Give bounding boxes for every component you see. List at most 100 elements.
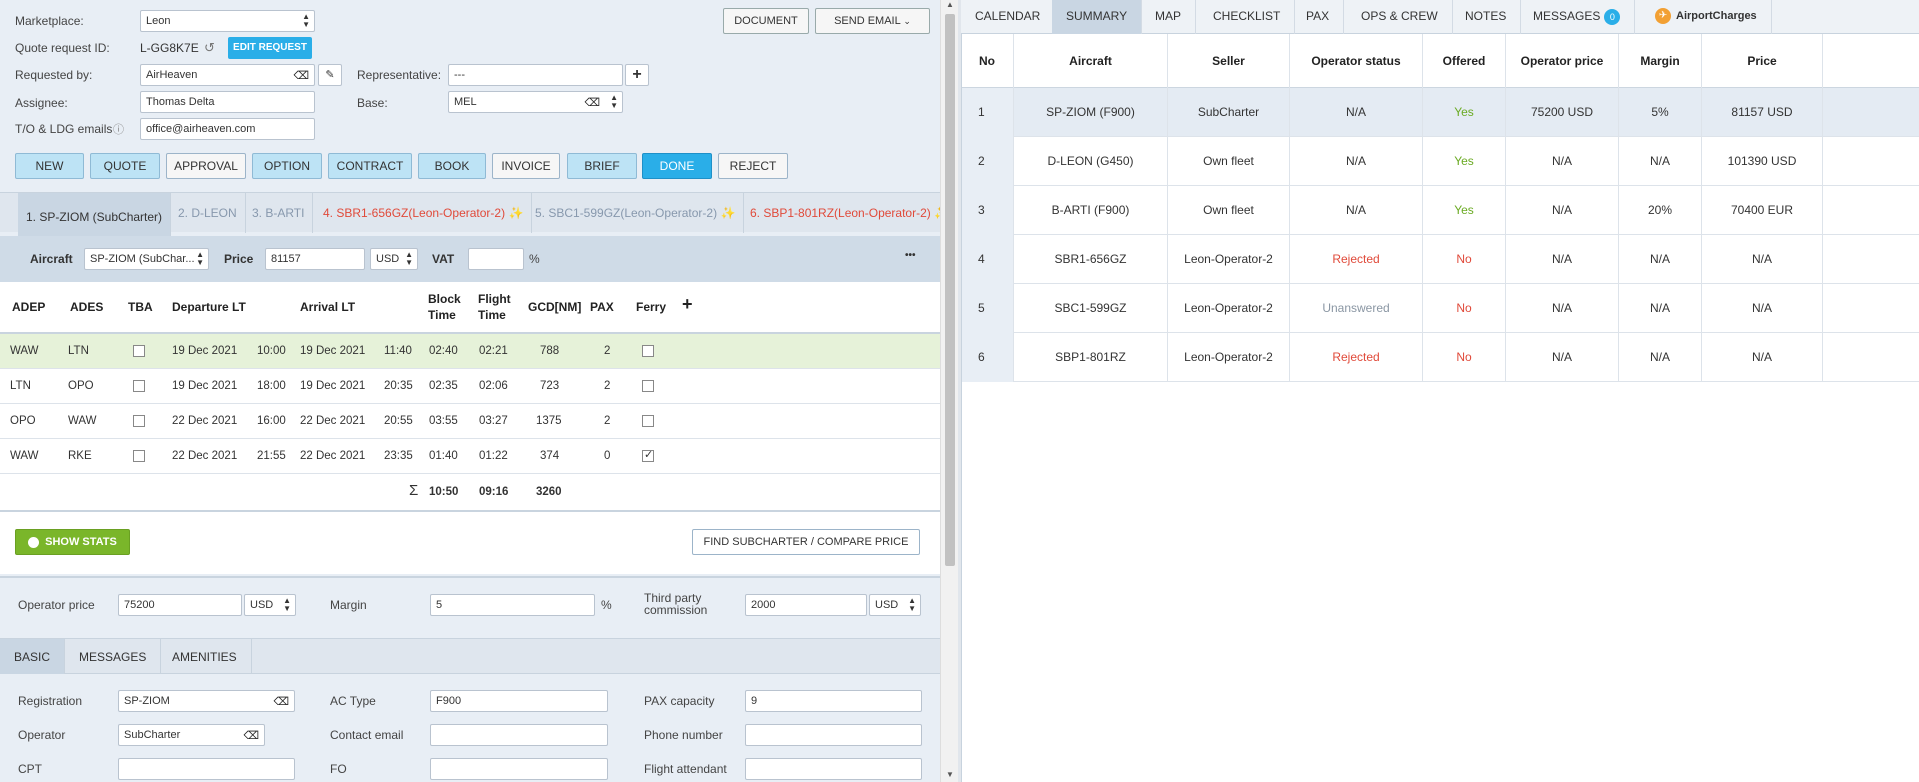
currency-select[interactable]: USD ▲ ▼ [370,248,418,270]
summary-row[interactable]: 3 B-ARTI (F900) Own fleet N/A Yes N/A 20… [961,186,1919,235]
marketplace-select[interactable]: Leon ▲ ▼ [140,10,315,32]
vat-input[interactable] [468,248,524,270]
tba-checkbox[interactable] [133,415,145,427]
ferry-checkbox[interactable]: ✓ [642,449,654,462]
operator-input[interactable]: SubCharter ⌫ [118,724,265,746]
scrollbar-thumb[interactable] [945,14,955,566]
tab-ops-crew[interactable]: OPS & CREW [1347,0,1453,34]
more-options-icon[interactable]: ••• [905,250,916,261]
base-select[interactable]: MEL ⌫ ▲ ▼ [448,91,623,113]
actype-input[interactable]: F900 [430,690,608,712]
base-label: Base: [357,96,388,110]
margin-input[interactable]: 5 [430,594,595,616]
status-new-button[interactable]: NEW [15,153,84,179]
status-invoice-button[interactable]: INVOICE [492,153,560,179]
tab-calendar[interactable]: CALENDAR [961,0,1056,34]
tab-messages[interactable]: MESSAGES [65,639,162,675]
tba-checkbox[interactable] [133,345,145,357]
add-leg-button[interactable]: + [682,294,693,315]
registration-input[interactable]: SP-ZIOM ⌫ [118,690,295,712]
status-book-button[interactable]: BOOK [418,153,486,179]
ferry-checkbox[interactable] [642,380,654,392]
clear-icon[interactable]: ⌫ [293,69,309,82]
third-party-currency-select[interactable]: USD ▲ ▼ [869,594,921,616]
summary-row[interactable]: 4 SBR1-656GZ Leon-Operator-2 Rejected No… [961,235,1919,284]
send-email-button[interactable]: SEND EMAIL ⌄ [815,8,930,34]
tab-pax[interactable]: PAX [1292,0,1345,34]
tab-amenities[interactable]: AMENITIES [158,639,252,675]
left-panel-scrollbar[interactable]: ▲ ▼ [940,0,958,782]
operator-label: Operator [18,728,66,742]
history-icon[interactable]: ↺ [204,40,215,56]
col-departure: Departure LT [172,300,246,314]
tab-map[interactable]: MAP [1141,0,1197,34]
tab-notes[interactable]: NOTES [1451,0,1522,34]
status-contract-button[interactable]: CONTRACT [328,153,412,179]
add-representative-button[interactable]: + [625,64,649,86]
document-button[interactable]: DOCUMENT [723,8,809,34]
flight-row[interactable]: OPO WAW 22 Dec 2021 16:00 22 Dec 2021 20… [0,404,940,439]
find-subcharter-button[interactable]: FIND SUBCHARTER / COMPARE PRICE [692,529,920,555]
paxcap-input[interactable]: 9 [745,690,922,712]
ferry-checkbox[interactable] [642,415,654,427]
fa-input[interactable] [745,758,922,780]
flight-row[interactable]: LTN OPO 19 Dec 2021 18:00 19 Dec 2021 20… [0,369,940,404]
scroll-up-icon[interactable]: ▲ [946,0,954,9]
summary-status: N/A [1290,186,1423,235]
pencil-icon: ✎ [325,69,335,81]
phone-input[interactable] [745,724,922,746]
edit-pencil-button[interactable]: ✎ [318,64,342,86]
clear-icon[interactable]: ⌫ [584,96,600,109]
emails-input[interactable]: office@airheaven.com [140,118,315,140]
clear-icon[interactable]: ⌫ [243,729,259,742]
tba-checkbox[interactable] [133,450,145,462]
aircraft-tab-3[interactable]: 3. B-ARTI [244,193,314,233]
aircraft-tab-2[interactable]: 2. D-LEON [170,193,246,233]
price-input[interactable]: 81157 [265,248,365,270]
aircraft-tab-5[interactable]: 5. SBC1-599GZ(Leon-Operator-2) ✨ [527,193,745,233]
tab-messages-right[interactable]: MESSAGES 0 [1519,0,1636,34]
summary-row[interactable]: 2 D-LEON (G450) Own fleet N/A Yes N/A N/… [961,137,1919,186]
status-done-button[interactable]: DONE [642,153,712,179]
tab-checklist[interactable]: CHECKLIST [1199,0,1296,34]
clear-icon[interactable]: ⌫ [273,695,289,708]
contact-email-input[interactable] [430,724,608,746]
cpt-input[interactable] [118,758,295,780]
aircraft-tab-6[interactable]: 6. SBP1-801RZ(Leon-Operator-2) ✨ [742,193,940,233]
fo-input[interactable] [430,758,608,780]
status-quote-button[interactable]: QUOTE [90,153,160,179]
status-approval-button[interactable]: APPROVAL [166,153,246,179]
status-reject-button[interactable]: REJECT [718,153,788,179]
summary-row[interactable]: 5 SBC1-599GZ Leon-Operator-2 Unanswered … [961,284,1919,333]
edit-request-button[interactable]: EDIT REQUEST [228,37,312,59]
assignee-input[interactable]: Thomas Delta [140,91,315,113]
flight-row[interactable]: WAW RKE 22 Dec 2021 21:55 22 Dec 2021 23… [0,439,940,474]
requested-by-input[interactable]: AirHeaven ⌫ [140,64,315,86]
tab-summary[interactable]: SUMMARY [1052,0,1143,34]
flight-row[interactable]: WAW LTN 19 Dec 2021 10:00 19 Dec 2021 11… [0,334,940,369]
summary-seller: Leon-Operator-2 [1168,235,1290,284]
summary-row[interactable]: 1 SP-ZIOM (F900) SubCharter N/A Yes 7520… [961,88,1919,137]
operator-currency-select[interactable]: USD ▲ ▼ [244,594,296,616]
scroll-down-icon[interactable]: ▼ [946,770,954,779]
show-stats-button[interactable]: SHOW STATS [15,529,130,555]
help-icon[interactable]: ⓘ [113,121,124,137]
aircraft-tab-4[interactable]: 4. SBR1-656GZ(Leon-Operator-2) ✨ [315,193,533,233]
flight-pax: 0 [604,450,611,462]
summary-seller: SubCharter [1168,88,1290,137]
tba-checkbox[interactable] [133,380,145,392]
tab-basic[interactable]: BASIC [0,639,66,675]
status-option-button[interactable]: OPTION [252,153,322,179]
aircraft-select[interactable]: SP-ZIOM (SubChar... ▲ ▼ [84,248,209,270]
flight-arr-date: 22 Dec 2021 [300,415,366,427]
ferry-checkbox[interactable] [642,345,654,357]
third-party-input[interactable]: 2000 [745,594,867,616]
status-brief-button[interactable]: BRIEF [567,153,637,179]
tab-airport-charges[interactable]: ✈ AirportCharges [1641,0,1772,34]
col-ferry: Ferry [636,300,667,314]
flight-arr-time: 11:40 [384,345,412,357]
operator-price-input[interactable]: 75200 [118,594,242,616]
summary-row[interactable]: 6 SBP1-801RZ Leon-Operator-2 Rejected No… [961,333,1919,382]
aircraft-tab-1[interactable]: 1. SP-ZIOM (SubCharter) [18,193,172,237]
representative-input[interactable]: --- [448,64,623,86]
